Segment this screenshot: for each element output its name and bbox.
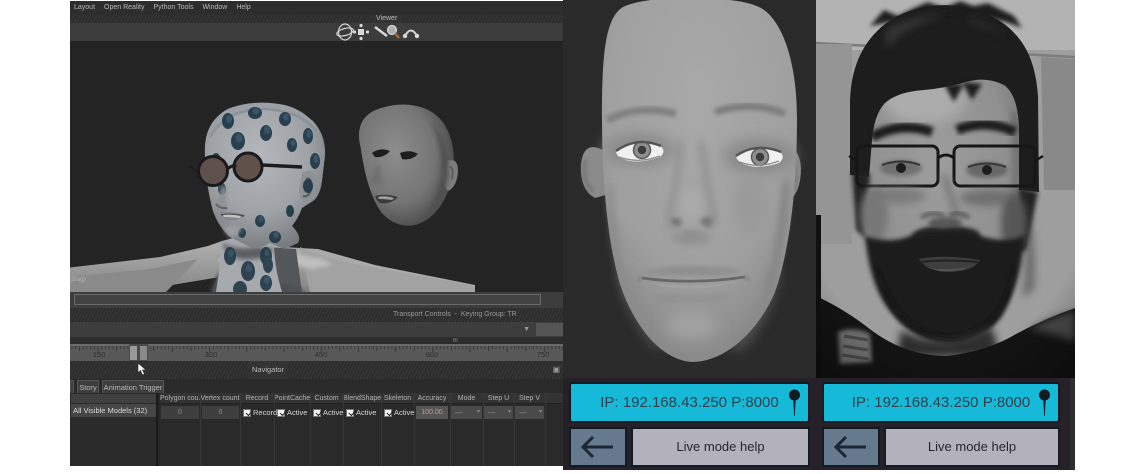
svg-text:450: 450 [315,350,328,359]
svg-text:600: 600 [426,350,439,359]
svg-text:750: 750 [537,350,550,359]
svg-text:150: 150 [93,350,106,359]
svg-text:300: 300 [205,350,218,359]
